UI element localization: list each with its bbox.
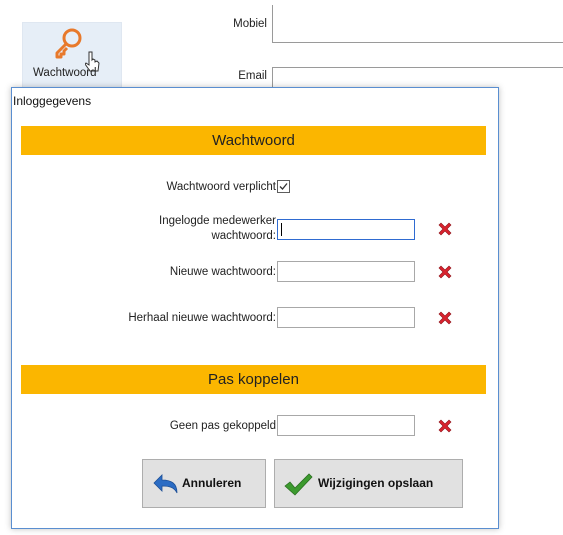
text-caret <box>281 223 282 236</box>
undo-icon <box>153 474 178 494</box>
clear-pass-icon[interactable] <box>437 418 453 434</box>
key-icon <box>55 28 82 59</box>
checkmark-icon <box>279 183 288 190</box>
mobile-label: Mobiel <box>233 18 267 30</box>
cancel-button-label: Annuleren <box>182 476 242 490</box>
cancel-button[interactable]: Annuleren <box>142 459 266 508</box>
employee-password-input[interactable] <box>277 219 415 240</box>
pass-section-header: Pas koppelen <box>21 365 486 394</box>
repeat-password-input[interactable] <box>277 307 415 328</box>
password-required-label: Wachtwoord verplicht <box>166 181 276 193</box>
repeat-password-label: Herhaal nieuwe wachtwoord: <box>128 312 276 324</box>
save-changes-button[interactable]: Wijzigingen opslaan <box>274 459 463 508</box>
mobile-field[interactable] <box>272 5 563 43</box>
clear-repeat-password-icon[interactable] <box>437 310 453 326</box>
dialog-title: Inloggegevens <box>13 94 92 108</box>
password-toolbar-label: Wachtwoord <box>33 67 97 79</box>
save-check-icon <box>284 473 313 496</box>
employee-password-label-line2: wachtwoord: <box>211 230 276 242</box>
password-section-header: Wachtwoord <box>21 126 486 155</box>
password-toolbar-button[interactable]: Wachtwoord <box>22 22 122 90</box>
employee-password-label: Ingelogde medewerker wachtwoord: <box>159 214 276 244</box>
save-changes-button-label: Wijzigingen opslaan <box>318 476 434 490</box>
employee-password-label-line1: Ingelogde medewerker <box>159 215 276 227</box>
password-required-checkbox[interactable] <box>277 180 290 193</box>
clear-new-password-icon[interactable] <box>437 264 453 280</box>
new-password-label: Nieuwe wachtwoord: <box>169 266 276 278</box>
email-label: Email <box>238 70 267 82</box>
new-password-input[interactable] <box>277 261 415 282</box>
login-credentials-dialog: Inloggegevens Wachtwoord Wachtwoord verp… <box>11 87 499 529</box>
pass-input[interactable] <box>277 415 415 436</box>
no-pass-label: Geen pas gekoppeld <box>169 420 276 432</box>
clear-employee-password-icon[interactable] <box>437 221 453 237</box>
